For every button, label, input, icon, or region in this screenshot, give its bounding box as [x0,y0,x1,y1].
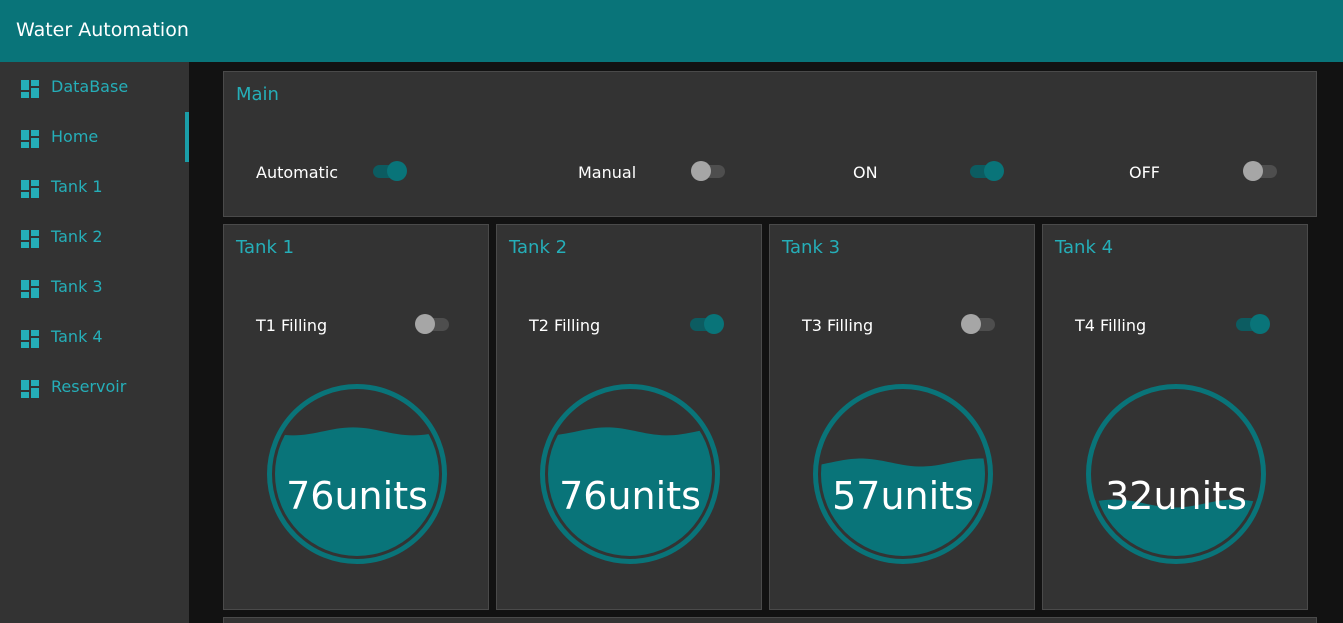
panel-title: Tank 2 [509,237,568,258]
dashboard-icon [21,180,39,198]
app-title: Water Automation [16,19,189,41]
tank-4-panel: Tank 4 T4 Filling 32units [1042,224,1308,610]
sidebar-item-label: Tank 3 [51,277,103,296]
t1-filling-label: T1 Filling [256,316,328,335]
tank-level-gauge: 57units [813,384,993,564]
t2-filling-switch[interactable] [688,313,724,335]
tank-level-value: 57units [832,474,974,518]
tank-2-panel: Tank 2 T2 Filling 76units [496,224,762,610]
off-label: OFF [1129,163,1160,182]
sidebar-item-home[interactable]: Home [0,112,189,162]
panel-title: Tank 1 [236,237,295,258]
sidebar: DataBase Home Tank 1 Tank 2 Tank 3 Tank … [0,62,189,623]
bottom-panel [223,617,1317,623]
sidebar-item-label: Tank 2 [51,227,103,246]
t1-filling-switch[interactable] [415,313,451,335]
sidebar-item-tank-3[interactable]: Tank 3 [0,262,189,312]
t3-filling-label: T3 Filling [802,316,874,335]
on-label: ON [853,163,878,182]
automatic-switch[interactable] [371,160,407,182]
sidebar-item-tank-4[interactable]: Tank 4 [0,312,189,362]
tank-level-gauge: 76units [540,384,720,564]
sidebar-item-label: Tank 4 [51,327,103,346]
dashboard-icon [21,380,39,398]
manual-switch[interactable] [691,160,727,182]
dashboard-icon [21,230,39,248]
tank-level-gauge: 76units [267,384,447,564]
sidebar-item-tank-2[interactable]: Tank 2 [0,212,189,262]
sidebar-item-database[interactable]: DataBase [0,62,189,112]
tank-level-gauge: 32units [1086,384,1266,564]
sidebar-item-label: Tank 1 [51,177,103,196]
automatic-label: Automatic [256,163,339,182]
sidebar-item-label: Reservoir [51,377,127,396]
dashboard-icon [21,80,39,98]
sidebar-item-reservoir[interactable]: Reservoir [0,362,189,412]
dashboard-icon [21,330,39,348]
manual-label: Manual [578,163,637,182]
t4-filling-switch[interactable] [1234,313,1270,335]
sidebar-item-label: DataBase [51,77,129,96]
t2-filling-label: T2 Filling [529,316,601,335]
t3-filling-switch[interactable] [961,313,997,335]
switch-knob [387,161,407,181]
dashboard-icon [21,280,39,298]
switch-knob [961,314,981,334]
switch-knob [415,314,435,334]
tank-level-value: 76units [286,474,428,518]
tank-1-panel: Tank 1 T1 Filling 76units [223,224,489,610]
switch-knob [1250,314,1270,334]
sidebar-item-label: Home [51,127,99,146]
panel-title: Tank 4 [1055,237,1114,258]
t4-filling-label: T4 Filling [1075,316,1147,335]
tank-level-value: 32units [1105,474,1247,518]
top-bar: Water Automation [0,0,1343,62]
switch-knob [691,161,711,181]
dashboard-icon [21,130,39,148]
off-switch[interactable] [1243,160,1279,182]
switch-knob [704,314,724,334]
switch-knob [984,161,1004,181]
tank-level-value: 76units [559,474,701,518]
panel-title: Main [236,84,279,105]
main-panel: Main Automatic Manual ON OFF [223,71,1317,217]
switch-knob [1243,161,1263,181]
panel-title: Tank 3 [782,237,841,258]
sidebar-item-tank-1[interactable]: Tank 1 [0,162,189,212]
tank-3-panel: Tank 3 T3 Filling 57units [769,224,1035,610]
on-switch[interactable] [968,160,1004,182]
